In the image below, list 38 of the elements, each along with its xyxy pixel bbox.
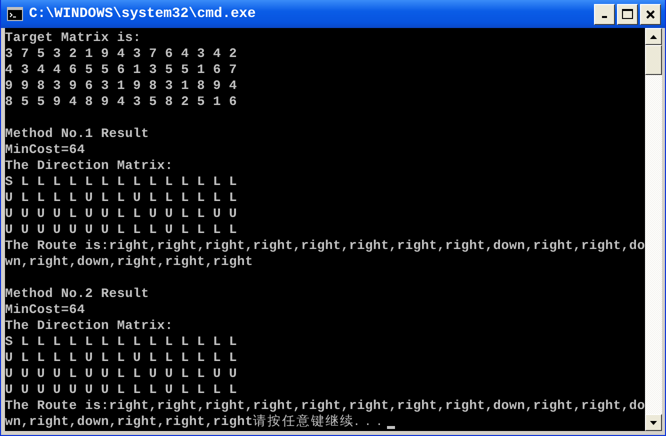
console-line: U L L L L U L L U L L L L L L [5,190,238,206]
console-line: S L L L L L L L L L L L L L L [5,334,238,350]
console-line: U U U U U U U L L L U L L L L [5,222,238,238]
window-title: C:\WINDOWS\system32\cmd.exe [29,6,257,22]
minimize-button[interactable] [594,4,615,24]
console-line: S L L L L L L L L L L L L L L [5,174,238,190]
console-line: MinCost=64 [5,302,86,318]
console-line: U U U U L U U L L U U L L U U [5,206,238,222]
maximize-icon [622,9,633,19]
scroll-down-button[interactable] [645,414,662,431]
up-arrow-icon [650,34,657,38]
console-line: MinCost=64 [5,142,86,158]
console-line: The Direction Matrix: [5,318,174,334]
close-icon [646,10,655,18]
console-line: Method No.1 Result [5,126,150,142]
console-line: U U U U U U U L L L U L L L L [5,382,238,398]
console-line: wn,right,down,right,right,right [5,414,254,430]
console-line: 4 3 4 4 6 5 5 6 1 3 5 5 1 6 7 [5,62,238,78]
console-line: 8 5 5 9 4 8 9 4 3 5 8 2 5 1 6 [5,94,238,110]
cursor-icon [386,426,395,429]
console-line: U U U U L U U L L U U L L U U [5,366,238,382]
console-line: 9 9 8 3 9 6 3 1 9 8 3 1 8 9 4 [5,78,238,94]
scroll-up-button[interactable] [645,28,662,45]
console-line: U L L L L U L L U L L L L L L [5,350,238,366]
console-icon [7,7,23,21]
console-line: The Route is:right,right,right,right,right,right,right,right,down,right,right,do [5,238,646,254]
scroll-thumb[interactable] [645,45,662,75]
down-arrow-icon [650,420,657,424]
console-line: 3 7 5 3 2 1 9 4 3 7 6 4 3 4 2 [5,46,238,62]
close-button[interactable] [640,4,661,24]
console-line: Target Matrix is: [5,30,142,46]
console-line: wn,right,down,right,right,right [5,254,254,270]
console-line: The Route is:right,right,right,right,right,right,right,right,down,right,right,do [5,398,646,414]
console-line: The Direction Matrix: [5,158,174,174]
console-line: Method No.2 Result [5,286,150,302]
maximize-button[interactable] [617,4,638,24]
scrollbar[interactable] [645,28,662,431]
prompt-text: 请按任意键继续. . . [253,414,383,430]
